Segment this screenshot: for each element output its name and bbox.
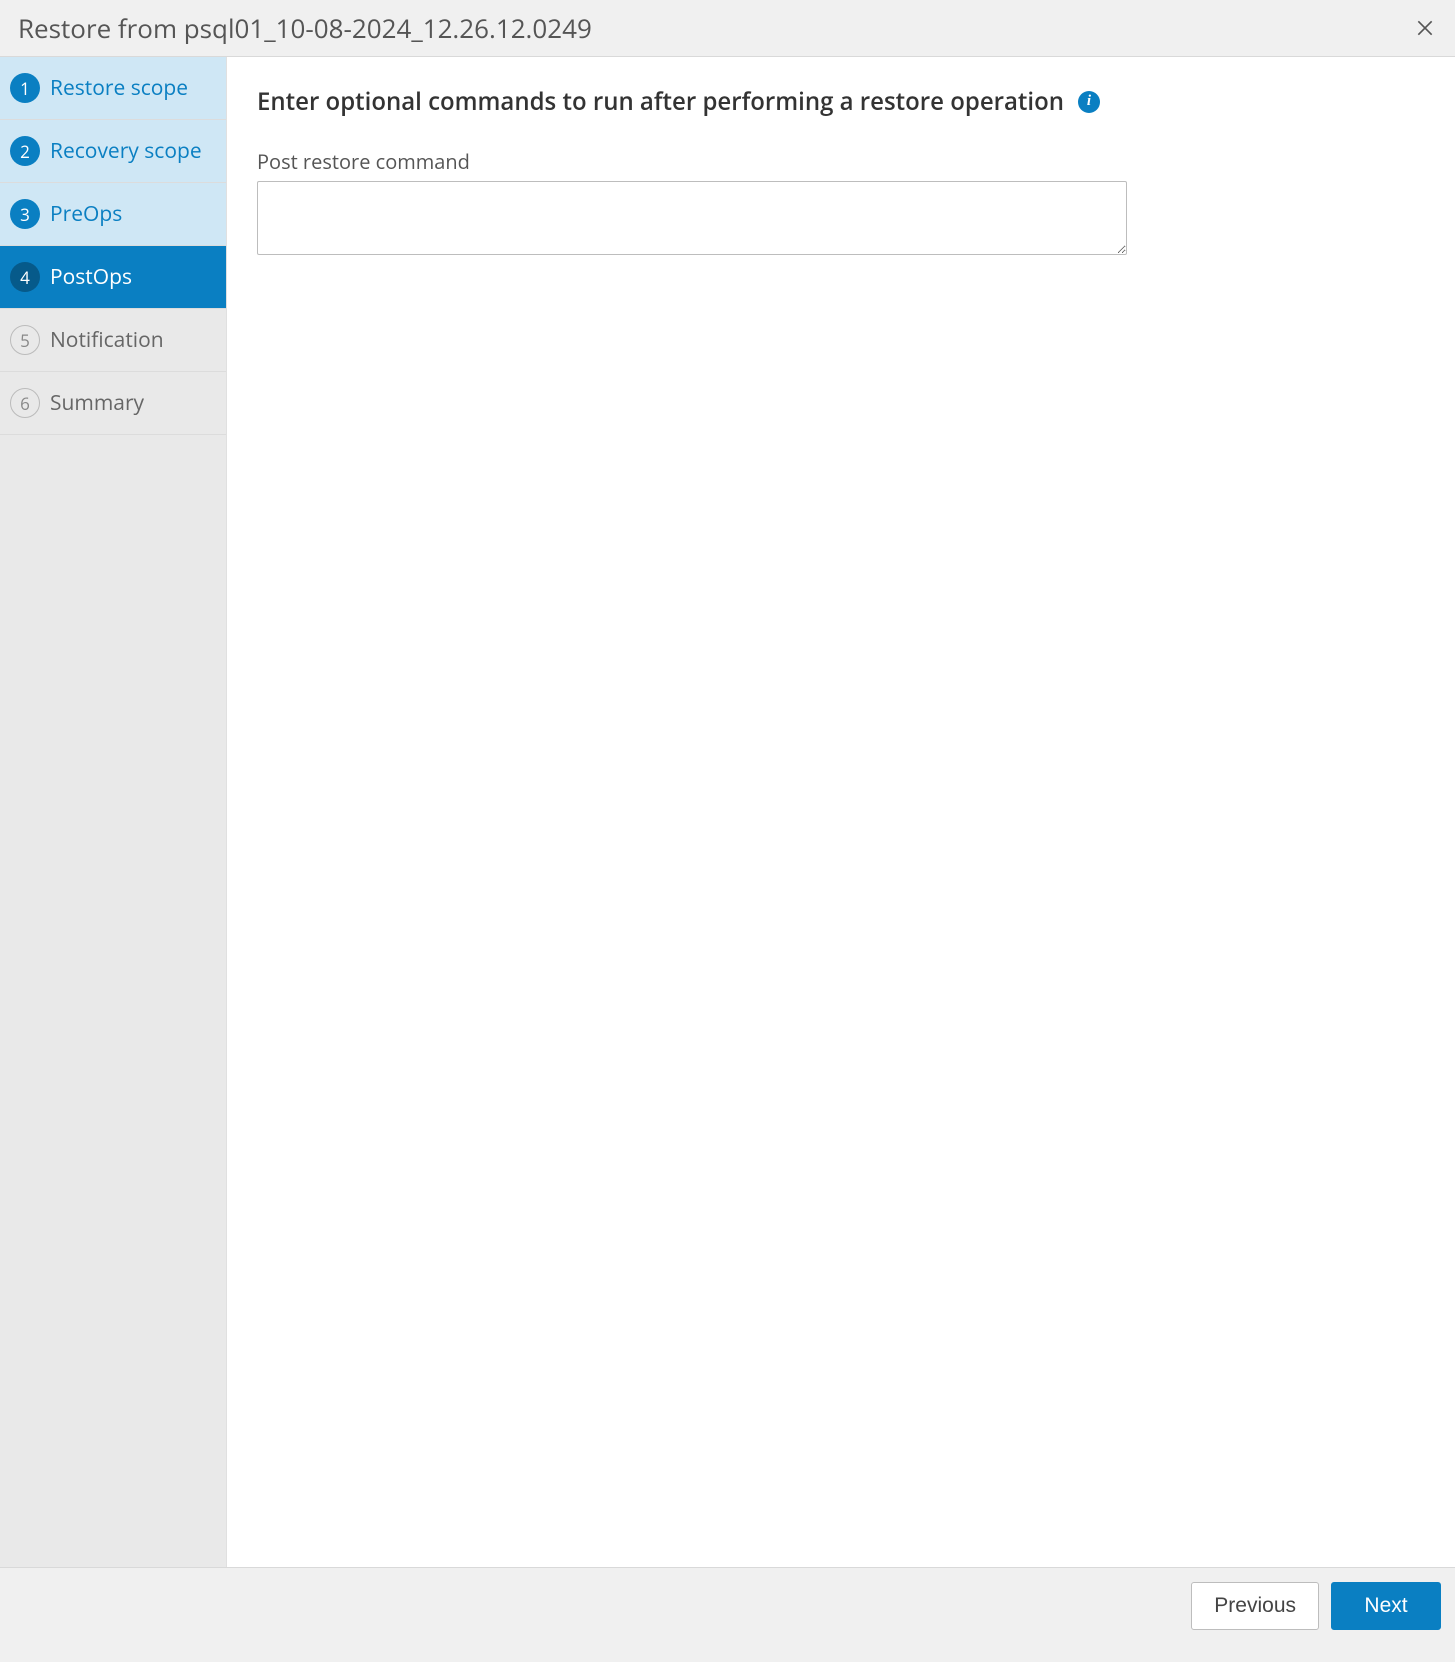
step-number: 2 xyxy=(10,136,40,166)
sidebar-step-notification[interactable]: 5 Notification xyxy=(0,309,226,372)
step-label: Summary xyxy=(50,389,144,417)
post-restore-command-label: Post restore command xyxy=(257,148,1425,175)
sidebar-step-summary[interactable]: 6 Summary xyxy=(0,372,226,435)
step-number: 6 xyxy=(10,388,40,418)
wizard-sidebar: 1 Restore scope 2 Recovery scope 3 PreOp… xyxy=(0,57,227,1567)
close-icon[interactable] xyxy=(1413,16,1437,40)
next-button[interactable]: Next xyxy=(1331,1582,1441,1630)
page-heading: Enter optional commands to run after per… xyxy=(257,85,1064,118)
step-number: 1 xyxy=(10,73,40,103)
post-restore-command-input[interactable] xyxy=(257,181,1127,255)
restore-dialog: Restore from psql01_10-08-2024_12.26.12.… xyxy=(0,0,1455,1644)
step-number: 3 xyxy=(10,199,40,229)
info-icon[interactable]: i xyxy=(1078,91,1100,113)
sidebar-step-postops[interactable]: 4 PostOps xyxy=(0,246,226,309)
sidebar-step-recovery-scope[interactable]: 2 Recovery scope xyxy=(0,120,226,183)
page-heading-row: Enter optional commands to run after per… xyxy=(257,85,1425,118)
dialog-body: 1 Restore scope 2 Recovery scope 3 PreOp… xyxy=(0,57,1455,1567)
step-label: PostOps xyxy=(50,263,132,291)
step-number: 4 xyxy=(10,262,40,292)
step-label: Notification xyxy=(50,326,164,354)
sidebar-step-preops[interactable]: 3 PreOps xyxy=(0,183,226,246)
step-label: Restore scope xyxy=(50,74,188,102)
step-label: Recovery scope xyxy=(50,137,202,165)
dialog-title: Restore from psql01_10-08-2024_12.26.12.… xyxy=(18,10,592,46)
previous-button[interactable]: Previous xyxy=(1191,1582,1319,1630)
step-number: 5 xyxy=(10,325,40,355)
sidebar-step-restore-scope[interactable]: 1 Restore scope xyxy=(0,57,226,120)
dialog-footer: Previous Next xyxy=(0,1567,1455,1644)
main-content: Enter optional commands to run after per… xyxy=(227,57,1455,1567)
titlebar: Restore from psql01_10-08-2024_12.26.12.… xyxy=(0,0,1455,57)
step-label: PreOps xyxy=(50,200,122,228)
